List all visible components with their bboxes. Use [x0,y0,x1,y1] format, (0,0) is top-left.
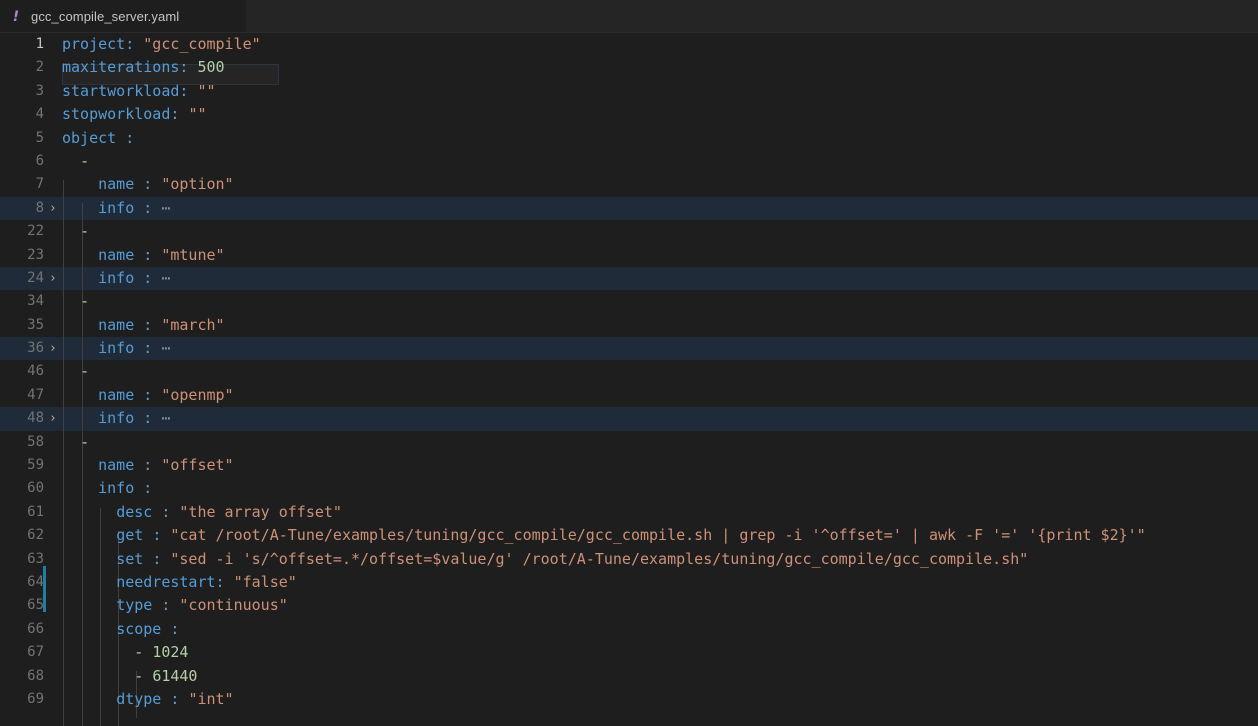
code-line[interactable]: 65 type : "continuous" [0,594,1258,617]
line-number: 67 [27,644,44,661]
code-line[interactable]: 66 scope : [0,618,1258,641]
line-number: 5 [35,129,44,146]
code-text: project: "gcc_compile" [62,35,261,53]
line-number: 1 [35,36,44,52]
chevron-right-icon[interactable]: › [44,267,62,290]
code-line[interactable]: 58 - [0,431,1258,454]
code-line[interactable]: 62 get : "cat /root/A-Tune/examples/tuni… [0,524,1258,547]
line-number: 69 [27,690,44,707]
code-text: - 1024 [134,643,189,662]
editor-tab-bar: ! gcc_compile_server.yaml [0,0,1258,33]
chevron-right-icon[interactable]: › [44,197,62,220]
code-line[interactable]: 22 - [0,220,1258,243]
code-line[interactable]: 36 › info : ⋯ [0,337,1258,361]
line-number: 3 [35,82,44,99]
code-text: name : "option" [98,175,234,194]
chevron-right-icon[interactable]: › [44,337,62,360]
code-text: dtype : "int" [116,689,234,708]
change-bar-marker [43,566,46,612]
code-line[interactable]: 8 › info : ⋯ [0,196,1258,221]
code-text: scope : [116,619,180,638]
line-number: 8 [35,199,44,216]
line-number: 23 [27,246,44,263]
code-line[interactable]: 60 info : [0,477,1258,500]
code-text: maxiterations: 500 [62,58,225,77]
line-number: 24 [27,269,44,286]
line-number: 36 [27,340,44,357]
line-number: 47 [27,386,44,403]
code-text: info : ⋯ [98,268,171,287]
code-line[interactable]: 69 dtype : "int" [0,688,1258,711]
code-line[interactable]: 4 stopworkload: "" [0,103,1258,126]
code-editor[interactable]: 1 project: "gcc_compile" 2 maxiterations: 5… [0,33,1258,726]
code-line[interactable]: 64 needrestart: "false" [0,571,1258,594]
code-line[interactable]: 34 - [0,290,1258,313]
code-text: get : "cat /root/A-Tune/examples/tuning/… [116,526,1146,545]
line-number: 4 [35,106,44,123]
code-text: desc : "the array offset" [116,502,342,521]
code-line[interactable]: 63 set : "sed -i 's/^offset=.*/offset=$v… [0,548,1258,571]
tab-gcc-compile-server-yaml[interactable]: ! gcc_compile_server.yaml [0,0,247,33]
code-line[interactable]: 47 name : "openmp" [0,384,1258,407]
code-text: - [80,362,90,381]
code-line[interactable]: 6 - [0,150,1258,173]
line-number: 35 [27,316,44,333]
code-line[interactable]: 48 › info : ⋯ [0,407,1258,431]
chevron-right-icon[interactable]: › [44,407,62,430]
code-text: name : "openmp" [98,385,234,404]
code-text: info : ⋯ [98,339,171,358]
code-line[interactable]: 5 object : [0,127,1258,150]
code-line[interactable]: 1 project: "gcc_compile" [0,33,1258,56]
code-text: - [80,151,90,170]
line-number: 58 [27,433,44,450]
code-text: - 61440 [134,666,198,685]
line-number: 48 [27,410,44,427]
code-text: type : "continuous" [116,596,288,615]
line-number: 64 [27,573,44,590]
code-text: name : "mtune" [98,245,225,264]
code-text: - [80,292,90,311]
line-number: 2 [35,59,44,76]
code-line[interactable]: 7 name : "option" [0,173,1258,196]
code-line[interactable]: 59 name : "offset" [0,454,1258,477]
line-number: 68 [27,667,44,684]
code-text: info : ⋯ [98,409,171,428]
line-number: 46 [27,363,44,380]
code-text: name : "offset" [98,456,234,475]
code-line[interactable]: 23 name : "mtune" [0,244,1258,267]
code-text: - [80,222,90,241]
code-text: needrestart: "false" [116,572,297,591]
code-text: set : "sed -i 's/^offset=.*/offset=$valu… [116,549,1029,568]
code-text: stopworkload: "" [62,105,207,124]
line-number: 63 [27,550,44,567]
code-text: info : [98,479,153,498]
code-text: object : [62,128,135,147]
code-text: startworkload: "" [62,81,216,100]
line-number: 7 [35,176,44,193]
code-line[interactable]: 46 - [0,360,1258,383]
code-line[interactable]: 67 - 1024 [0,641,1258,664]
code-lines: 1 project: "gcc_compile" 2 maxiterations: 5… [0,33,1258,711]
line-number: 61 [27,503,44,520]
line-number: 6 [35,152,44,169]
line-number: 59 [27,457,44,474]
code-line[interactable]: 68 - 61440 [0,665,1258,688]
code-line[interactable]: 3 startworkload: "" [0,80,1258,103]
yaml-file-icon: ! [12,8,20,25]
code-text: info : ⋯ [98,198,171,217]
code-line[interactable]: 24 › info : ⋯ [0,266,1258,291]
code-line[interactable]: 35 name : "march" [0,314,1258,337]
line-number: 65 [27,597,44,614]
code-text: name : "march" [98,315,225,334]
code-line[interactable]: 2 maxiterations: 500 [0,56,1258,79]
code-line[interactable]: 61 desc : "the array offset" [0,501,1258,524]
code-text: - [80,432,90,451]
line-number: 22 [27,223,44,240]
line-number: 66 [27,620,44,637]
line-number: 60 [27,480,44,497]
line-number: 34 [27,293,44,310]
tab-label: gcc_compile_server.yaml [31,9,180,24]
line-number: 62 [27,527,44,544]
